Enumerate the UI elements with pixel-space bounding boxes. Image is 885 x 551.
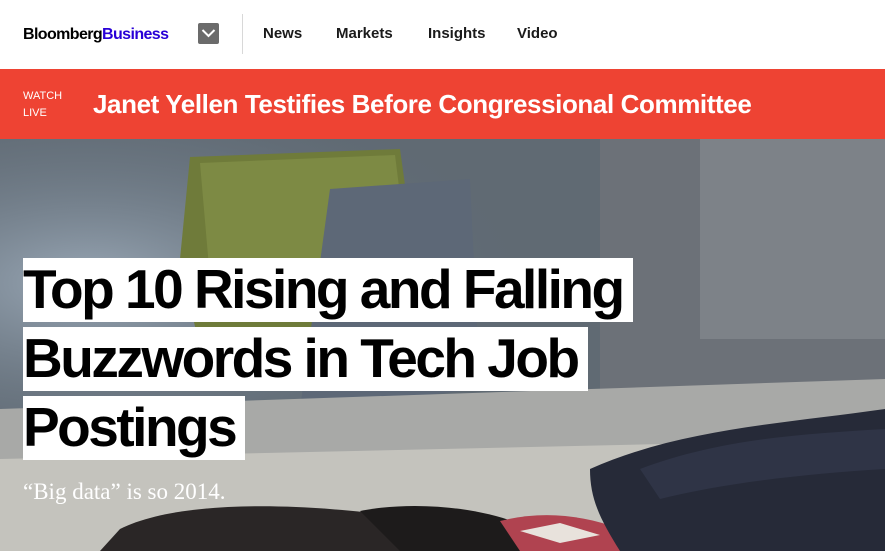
- brand-sub: Business: [102, 26, 169, 43]
- article-headline-text: Top 10 Rising and Falling Buzzwords in T…: [23, 258, 633, 460]
- top-navigation: BloombergBusiness News Markets Insights …: [0, 0, 885, 69]
- menu-toggle-button[interactable]: [198, 23, 219, 44]
- nav-divider: [242, 14, 243, 54]
- nav-link-video[interactable]: Video: [517, 25, 558, 42]
- watch-live-banner[interactable]: WATCH LIVE Janet Yellen Testifies Before…: [0, 69, 885, 139]
- nav-link-markets[interactable]: Markets: [336, 25, 393, 42]
- bloomberg-business-logo[interactable]: BloombergBusiness: [23, 26, 169, 44]
- hero-image: Top 10 Rising and Falling Buzzwords in T…: [0, 139, 885, 551]
- brand-main: Bloomberg: [23, 26, 103, 43]
- article-headline[interactable]: Top 10 Rising and Falling Buzzwords in T…: [23, 255, 723, 462]
- nav-link-news[interactable]: News: [263, 25, 302, 42]
- article-dek: “Big data” is so 2014.: [23, 479, 226, 504]
- live-headline[interactable]: Janet Yellen Testifies Before Congressio…: [93, 89, 752, 120]
- nav-link-insights[interactable]: Insights: [428, 25, 486, 42]
- chevron-down-icon: [201, 29, 216, 38]
- watch-live-tag: WATCH LIVE: [23, 90, 63, 119]
